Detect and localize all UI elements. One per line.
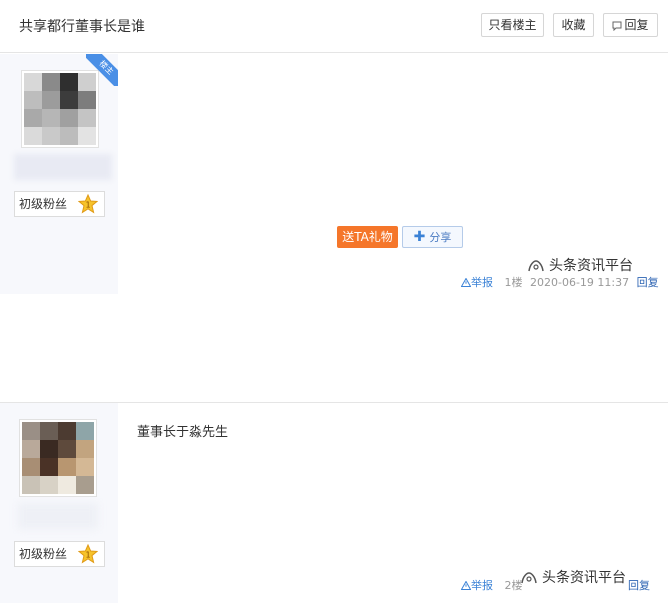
share-label: 分享 [429,231,452,244]
warning-icon [460,277,472,287]
avatar[interactable] [19,419,97,497]
floor-number: 1楼 [504,276,523,289]
reply-button[interactable]: 回复 [603,13,658,37]
share-button[interactable]: ✚ 分享 [402,226,463,248]
reply-button-label: 回复 [624,18,649,32]
star-badge-icon: 1 [78,194,98,214]
post-floor-1: 楼主 初级粉丝 1 送TA礼物 ✚ 分享 头条资讯平台 举报 1楼 2020-06… [0,54,668,294]
reply-link[interactable]: 回复 [637,276,659,289]
thread-title: 共享都行董事长是谁 [19,19,145,35]
avatar-mosaic [22,422,94,494]
only-author-button[interactable]: 只看楼主 [481,13,544,37]
fan-level-label: 初级粉丝 [19,197,68,211]
watermark-logo-icon [528,260,544,272]
floor-number: 2楼 [504,579,523,592]
fan-level-label: 初级粉丝 [19,547,68,561]
post-footer: 举报 1楼 2020-06-19 11:37 回复 [460,274,663,290]
svg-text:1: 1 [85,201,90,210]
username-blurred [14,154,112,180]
report-link[interactable]: 举报 [460,276,501,289]
fan-level-badge: 初级粉丝 1 [14,541,105,567]
post-floor-2: 初级粉丝 1 董事长于淼先生 头条资讯平台 举报 2楼 回复 [0,402,668,603]
watermark: 头条资讯平台 [527,255,633,275]
username-blurred [18,503,98,529]
post-footer: 举报 2楼 回复 [460,577,650,593]
warning-icon [460,580,472,590]
favorite-button[interactable]: 收藏 [553,13,594,37]
send-gift-button[interactable]: 送TA礼物 [337,226,398,248]
svg-text:1: 1 [85,551,90,560]
report-link[interactable]: 举报 [460,579,501,592]
post-content: 董事长于淼先生 [137,425,229,440]
thread-starter-badge: 楼主 [86,54,118,86]
reply-link[interactable]: 回复 [628,577,650,593]
star-badge-icon: 1 [78,544,98,564]
watermark: 头条资讯平台 [520,567,626,587]
author-panel: 楼主 初级粉丝 1 [0,54,118,294]
post-timestamp: 2020-06-19 11:37 [530,276,630,289]
author-panel: 初级粉丝 1 [0,403,118,603]
thread-header: 共享都行董事长是谁 只看楼主 收藏 回复 [0,0,668,53]
fan-level-badge: 初级粉丝 1 [14,191,105,217]
plus-icon: ✚ [413,229,426,245]
reply-icon [612,21,622,31]
